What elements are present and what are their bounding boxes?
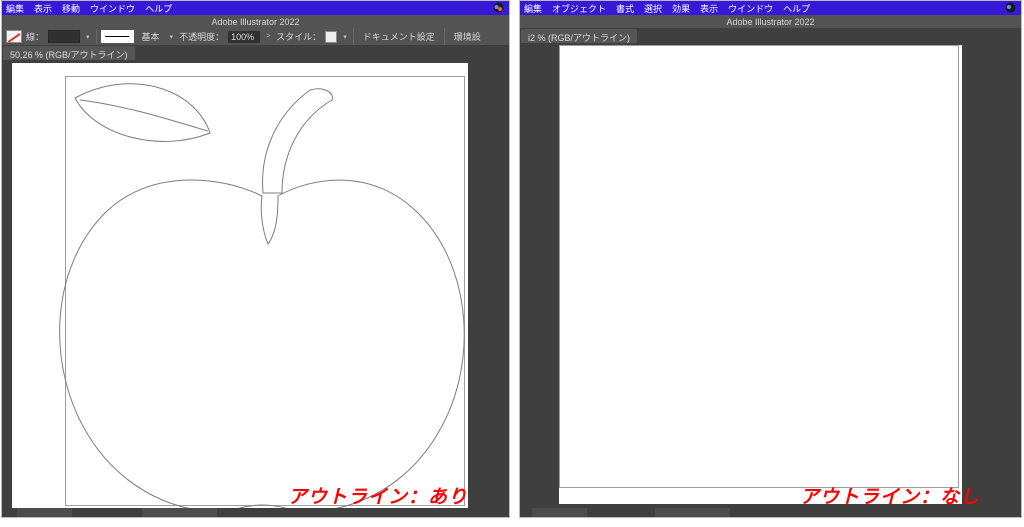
document-setup-button[interactable]: ドキュメント設定 bbox=[358, 30, 440, 43]
status-bar bbox=[2, 508, 509, 517]
menu-select[interactable]: 選択 bbox=[644, 2, 662, 15]
menu-help[interactable]: ヘルプ bbox=[145, 2, 172, 15]
title-bar: Adobe Illustrator 2022 bbox=[520, 15, 1021, 28]
menu-edit[interactable]: 編集 bbox=[6, 2, 24, 15]
preferences-button[interactable]: 環境設 bbox=[449, 30, 486, 43]
document-tab-row: i2 % (RGB/アウトライン) bbox=[520, 28, 1021, 43]
fill-swatch[interactable] bbox=[6, 30, 22, 43]
menu-view[interactable]: 表示 bbox=[34, 2, 52, 15]
menu-view[interactable]: 表示 bbox=[700, 2, 718, 15]
menu-object[interactable]: オブジェクト bbox=[552, 2, 606, 15]
stroke-basic-menu[interactable]: ▾ bbox=[168, 33, 176, 41]
separator bbox=[353, 28, 354, 45]
stroke-basic-label[interactable]: 基本 bbox=[138, 30, 164, 43]
app-icon bbox=[492, 2, 505, 13]
separator bbox=[96, 29, 97, 44]
apple-outline-artwork bbox=[10, 58, 470, 518]
canvas[interactable] bbox=[559, 45, 962, 504]
illustrator-window-right: 編集 オブジェクト 書式 選択 効果 表示 ウインドウ ヘルプ Adobe Il… bbox=[519, 0, 1022, 518]
title-bar: Adobe Illustrator 2022 bbox=[2, 15, 509, 28]
menu-window[interactable]: ウインドウ bbox=[90, 2, 135, 15]
app-title: Adobe Illustrator 2022 bbox=[211, 17, 299, 27]
document-tab[interactable]: i2 % (RGB/アウトライン) bbox=[521, 29, 637, 43]
menu-move[interactable]: 移動 bbox=[62, 2, 80, 15]
opacity-label: 不透明度： bbox=[179, 30, 224, 43]
menu-bar: 編集 オブジェクト 書式 選択 効果 表示 ウインドウ ヘルプ bbox=[520, 1, 1021, 15]
caption-outline-present: アウトライン：あり bbox=[288, 482, 468, 509]
menu-effect[interactable]: 効果 bbox=[672, 2, 690, 15]
opacity-menu[interactable]: > bbox=[264, 33, 272, 40]
artboard bbox=[559, 45, 959, 488]
stroke-weight-stepper[interactable]: ▾ bbox=[84, 33, 92, 41]
stroke-weight-field[interactable] bbox=[48, 30, 80, 43]
app-icon bbox=[1004, 2, 1017, 13]
menu-type[interactable]: 書式 bbox=[616, 2, 634, 15]
opacity-field[interactable]: 100% bbox=[228, 31, 260, 43]
menu-edit[interactable]: 編集 bbox=[524, 2, 542, 15]
style-swatch[interactable] bbox=[325, 31, 337, 43]
menu-bar: 編集 表示 移動 ウインドウ ヘルプ bbox=[2, 1, 509, 15]
stroke-label: 線： bbox=[26, 30, 44, 43]
menu-window[interactable]: ウインドウ bbox=[728, 2, 773, 15]
menu-help[interactable]: ヘルプ bbox=[783, 2, 810, 15]
panel-divider bbox=[512, 0, 517, 527]
canvas[interactable] bbox=[12, 63, 468, 509]
caption-outline-absent: アウトライン：なし bbox=[800, 482, 980, 509]
options-bar: 線： ▾ 基本 ▾ 不透明度： 100% > スタイル： ▾ ドキュメント設定 … bbox=[2, 28, 509, 45]
illustrator-window-left: 編集 表示 移動 ウインドウ ヘルプ Adobe Illustrator 202… bbox=[1, 0, 510, 518]
separator bbox=[444, 28, 445, 45]
stroke-style-preview[interactable] bbox=[101, 30, 134, 43]
app-title: Adobe Illustrator 2022 bbox=[726, 17, 814, 27]
style-label: スタイル： bbox=[276, 30, 321, 43]
status-bar bbox=[520, 508, 1021, 517]
style-menu[interactable]: ▾ bbox=[341, 33, 349, 41]
